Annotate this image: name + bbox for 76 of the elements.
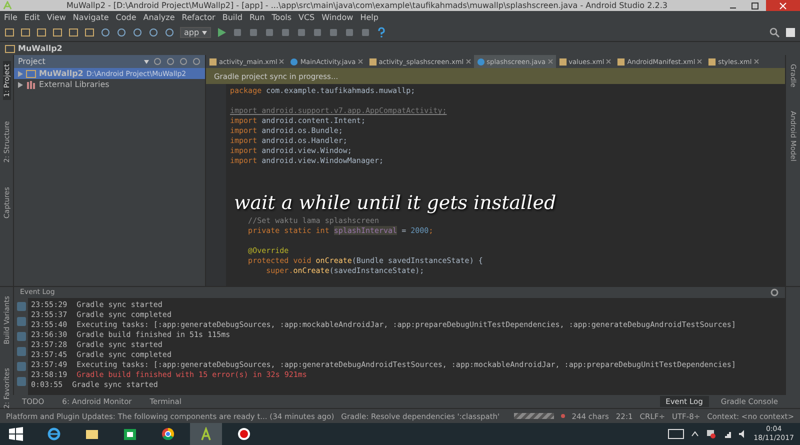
class-file-icon	[476, 58, 485, 66]
toolbar-icon[interactable]	[52, 27, 63, 38]
close-button[interactable]	[766, 0, 800, 11]
maximize-icon	[751, 2, 759, 10]
toolbar-icon[interactable]	[100, 27, 111, 38]
folder-icon	[5, 44, 15, 54]
menu-item[interactable]: VCS	[298, 12, 315, 22]
video-caption: wait a while until it gets installed	[234, 192, 556, 214]
toolbar-icon[interactable]	[280, 27, 291, 38]
toolbar-icon[interactable]	[296, 27, 307, 38]
close-icon[interactable]	[548, 59, 553, 64]
toolbar-icon[interactable]	[148, 27, 159, 38]
store-icon	[123, 426, 137, 441]
xml-file-icon	[368, 58, 377, 66]
toolbar-icon[interactable]	[132, 27, 143, 38]
close-icon[interactable]	[754, 59, 759, 64]
xml-file-icon	[617, 58, 626, 66]
toolbar-icon[interactable]	[84, 27, 95, 38]
help-icon[interactable]	[376, 27, 387, 38]
window-title: MuWallp2 - [D:\Android Project\MuWallp2] - [app] - ...\app\src\main\java\com\example\taufikahmads\muwallp\splashscreen.java - Android Studio 2.2.3	[66, 1, 668, 10]
caret-icon[interactable]	[144, 60, 149, 64]
flag-icon[interactable]	[706, 428, 716, 439]
menu-item[interactable]: Tools	[272, 12, 292, 22]
record-icon	[237, 426, 251, 441]
menu-item[interactable]: Build	[222, 12, 242, 22]
search-icon[interactable]	[769, 27, 780, 38]
settings-icon[interactable]	[770, 288, 779, 297]
toolbar-icon[interactable]	[264, 27, 275, 38]
toolbar-icon[interactable]	[360, 27, 371, 38]
menu-item[interactable]: Run	[249, 12, 265, 22]
toolbar-icon[interactable]	[344, 27, 355, 38]
android-studio-icon	[199, 426, 213, 441]
menu-item[interactable]: Edit	[24, 12, 40, 22]
run-icon[interactable]	[216, 27, 227, 38]
breadcrumb[interactable]: MuWallp2	[18, 44, 62, 54]
close-icon	[779, 2, 787, 10]
run-config-dropdown[interactable]: app	[180, 27, 211, 38]
toolbar-icon[interactable]	[248, 27, 259, 38]
toolbar-icon[interactable]	[20, 27, 31, 38]
tray-icon[interactable]	[690, 428, 700, 439]
menu-item[interactable]: Help	[360, 12, 378, 22]
menu-item[interactable]: Navigate	[72, 12, 109, 22]
xml-file-icon	[708, 58, 716, 66]
menu-item[interactable]: Analyze	[143, 12, 175, 22]
folder-icon	[26, 69, 36, 78]
close-icon[interactable]	[358, 59, 363, 64]
toolbar-icon[interactable]	[328, 27, 339, 38]
cancel-icon[interactable]	[560, 412, 565, 420]
close-icon[interactable]	[606, 59, 612, 64]
android-icon	[3, 1, 12, 10]
xml-file-icon	[209, 58, 217, 66]
library-icon	[26, 80, 36, 90]
toolbar-icon[interactable]	[36, 27, 47, 38]
menu-item[interactable]: Refactor	[182, 12, 216, 22]
menu-item[interactable]: Window	[322, 12, 354, 22]
toolbar-icon[interactable]	[116, 27, 127, 38]
browser-icon	[47, 426, 61, 441]
toolbar-icon[interactable]	[68, 27, 79, 38]
toolbar-icon[interactable]	[4, 27, 15, 38]
menu-item[interactable]: Code	[116, 12, 136, 22]
xml-file-icon	[558, 58, 567, 66]
close-icon[interactable]	[279, 59, 284, 64]
windows-logo-icon	[9, 426, 23, 441]
toolbar-icon[interactable]	[312, 27, 323, 38]
caret-icon	[202, 31, 207, 36]
menu-item[interactable]: File	[4, 12, 18, 22]
keyboard-icon[interactable]	[668, 428, 684, 439]
window-icon[interactable]	[785, 27, 796, 38]
class-file-icon	[290, 58, 298, 66]
close-icon[interactable]	[466, 59, 471, 64]
toolbar-icon[interactable]	[164, 27, 175, 38]
close-icon[interactable]	[697, 59, 702, 64]
menu-item[interactable]: View	[46, 12, 66, 22]
toolbar-icon[interactable]	[232, 27, 243, 38]
tree-item[interactable]: External Libraries	[14, 79, 205, 90]
browser-icon	[161, 426, 175, 441]
